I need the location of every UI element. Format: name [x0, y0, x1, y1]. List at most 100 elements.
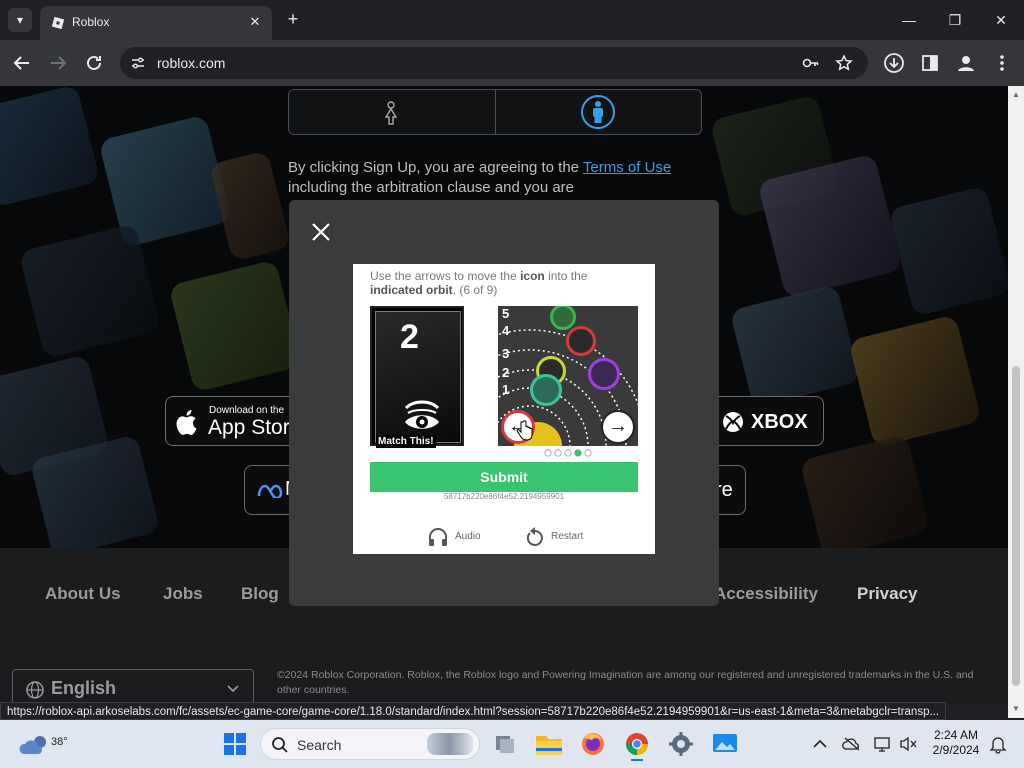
search-icon [272, 737, 288, 753]
cloud-moon-icon [19, 736, 46, 754]
status-url-bubble: https://roblox-api.arkoselabs.com/fc/ass… [0, 702, 947, 720]
page-scrollbar[interactable]: ▲ ▼ [1008, 86, 1024, 718]
instr-progress: . (6 of 9) [452, 283, 498, 297]
scroll-down-icon[interactable]: ▼ [1012, 704, 1020, 713]
target-image: 2 Match This! [370, 306, 464, 448]
chrome-icon[interactable] [620, 726, 654, 762]
orbit-token-icon [588, 358, 620, 390]
taskbar-search[interactable]: Search [260, 728, 480, 760]
terms-of-use-link[interactable]: Terms of Use [583, 159, 671, 176]
tab-search-button[interactable]: ▾ [8, 8, 32, 32]
restart-icon [526, 527, 543, 546]
volume-muted-icon[interactable] [898, 734, 918, 754]
orbit-label: 5 [502, 306, 510, 321]
address-bar[interactable]: roblox.com [120, 47, 868, 79]
orbit-label: 1 [502, 382, 510, 397]
submit-button[interactable]: Submit [370, 462, 638, 492]
xbox-icon [723, 412, 743, 432]
scroll-thumb[interactable] [1012, 366, 1020, 686]
progress-dots [544, 449, 592, 457]
gender-divider [495, 90, 496, 134]
photos-icon[interactable] [708, 726, 742, 762]
bookmark-star-icon[interactable] [835, 54, 853, 72]
tab-close-icon[interactable]: ✕ [246, 13, 264, 31]
language-select[interactable]: English [12, 669, 254, 704]
file-explorer-icon[interactable] [532, 726, 566, 762]
tray-overflow-chevron-icon[interactable] [810, 734, 830, 754]
footer-blog-link[interactable]: Blog [241, 584, 279, 604]
meta-icon [257, 484, 283, 498]
male-gender-icon[interactable] [580, 94, 616, 130]
right-arrow-button[interactable]: → [601, 410, 635, 444]
eye-icon [404, 400, 440, 429]
orbit-token-icon [566, 326, 596, 356]
target-orbit-number: 2 [400, 318, 419, 356]
forward-icon[interactable] [46, 51, 70, 75]
copyright-text: ©2024 Roblox Corporation. Roblox, the Ro… [277, 669, 974, 696]
hand-cursor-icon [516, 420, 533, 441]
task-view-icon[interactable] [488, 726, 522, 762]
weather-widget[interactable]: 38° [18, 728, 68, 760]
close-icon[interactable] [309, 220, 333, 244]
onedrive-icon[interactable] [842, 734, 862, 754]
apple-icon [176, 410, 197, 435]
footer-about-us-link[interactable]: About Us [45, 584, 121, 604]
tab-title: Roblox [72, 15, 110, 29]
site-info-icon[interactable] [130, 55, 146, 71]
profile-icon[interactable] [955, 52, 977, 74]
more-menu-icon[interactable] [991, 52, 1013, 74]
notification-bell-icon[interactable] [988, 734, 1008, 754]
scroll-up-icon[interactable]: ▲ [1012, 90, 1020, 99]
app-store-text: App Store [208, 416, 302, 439]
app-store-small-text: Download on the [209, 405, 285, 416]
footer-accessibility-link[interactable]: Accessibility [714, 584, 818, 604]
xbox-text: XBOX [751, 411, 808, 433]
app-store-badge[interactable]: Download on the App Store [165, 396, 305, 446]
restart-label: Restart [551, 531, 584, 542]
footer-jobs-link[interactable]: Jobs [163, 584, 203, 604]
browser-toolbar: roblox.com [0, 40, 1024, 86]
instr-part: into the [544, 269, 588, 283]
side-panel-icon[interactable] [919, 52, 941, 74]
reload-icon[interactable] [82, 51, 106, 75]
minimize-button[interactable]: — [897, 8, 921, 32]
search-label: Search [297, 737, 342, 753]
orbit-label: 4 [502, 323, 510, 338]
firefox-icon[interactable] [576, 726, 610, 762]
language-label: English [51, 678, 117, 698]
settings-gear-icon[interactable] [664, 726, 698, 762]
password-key-icon[interactable] [802, 54, 820, 72]
restart-option[interactable]: Restart [523, 526, 603, 548]
captcha-instructions: Use the arrows to move the icon into the… [370, 269, 640, 297]
gender-selector [288, 89, 702, 135]
audio-option[interactable]: Audio [427, 526, 497, 548]
back-icon[interactable] [10, 51, 34, 75]
instr-part: Use the arrows to move the [370, 269, 521, 283]
windows-start-icon[interactable] [218, 726, 252, 762]
clock-time: 2:24 AM [933, 728, 979, 742]
globe-icon [26, 681, 44, 699]
download-icon[interactable] [883, 52, 905, 74]
roblox-page: By clicking Sign Up, you are agreeing to… [0, 86, 1008, 704]
legal-suffix: including the arbitration clause and you… [288, 179, 575, 196]
footer-privacy-link[interactable]: Privacy [857, 584, 918, 604]
session-id: 58717b220e86f4e52.2194959901 [443, 492, 565, 501]
instr-icon-word: icon [520, 269, 545, 283]
female-gender-icon[interactable] [381, 100, 401, 126]
close-window-button[interactable]: ✕ [989, 8, 1013, 32]
audio-label: Audio [455, 531, 481, 542]
orbit-label: 3 [502, 346, 510, 361]
tab-roblox[interactable]: Roblox ✕ [40, 6, 272, 40]
clock-date: 2/9/2024 [932, 743, 980, 757]
new-tab-button[interactable]: + [282, 8, 304, 30]
restore-button[interactable]: ❐ [943, 8, 967, 32]
chevron-down-icon [227, 685, 239, 693]
target-panel: 2 [375, 311, 461, 443]
windows-taskbar: 38° Search 2:24 AM 2/9/2024 [0, 720, 1024, 768]
match-this-label: Match This! [376, 435, 436, 448]
orbit-label: 2 [502, 365, 510, 380]
clock[interactable]: 2:24 AM 2/9/2024 [928, 728, 984, 758]
network-icon[interactable] [872, 734, 892, 754]
captcha-frame: Use the arrows to move the icon into the… [353, 264, 655, 554]
legal-prefix: By clicking Sign Up, you are agreeing to… [288, 159, 583, 176]
